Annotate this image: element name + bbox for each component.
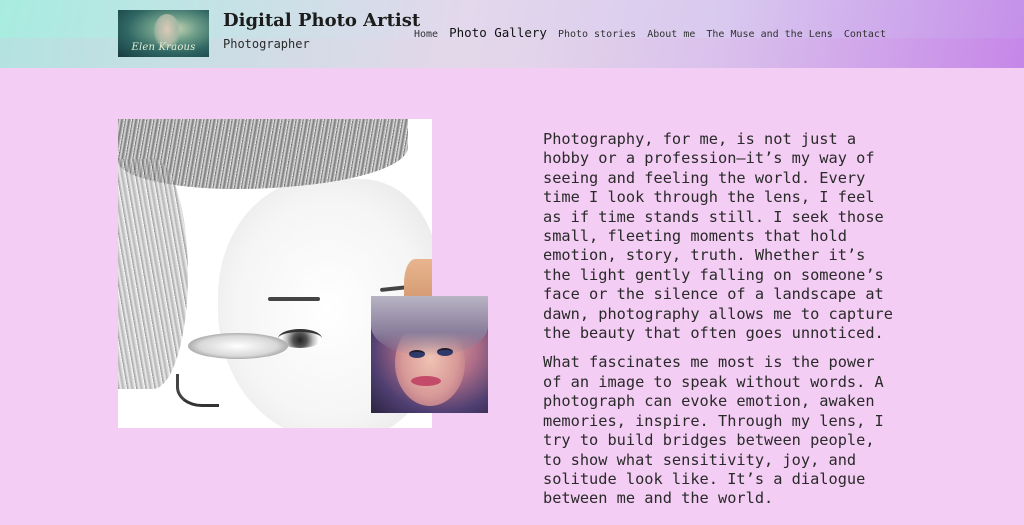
bio-text: Photography, for me, is not just a hobby… <box>543 130 893 519</box>
inset-eye-left <box>409 350 425 358</box>
sketch-hair-side <box>118 159 188 389</box>
bio-paragraph-1: Photography, for me, is not just a hobby… <box>543 130 893 343</box>
site-title[interactable]: Digital Photo Artist <box>223 10 420 31</box>
nav-contact[interactable]: Contact <box>844 29 886 40</box>
inset-hair <box>371 296 488 356</box>
nav-photo-stories[interactable]: Photo stories <box>558 29 636 40</box>
inset-eye-right <box>437 348 453 356</box>
portrait-photo-inset <box>371 296 488 413</box>
nav-home[interactable]: Home <box>414 29 438 40</box>
sketch-nose <box>176 374 219 407</box>
site-tagline: Photographer <box>223 37 310 51</box>
site-logo[interactable]: Elen Kraous <box>118 10 209 57</box>
bio-paragraph-2: What fascinates me most is the power of … <box>543 353 884 508</box>
inset-mouth <box>411 376 441 386</box>
logo-signature: Elen Kraous <box>131 42 196 53</box>
nav-muse-and-lens[interactable]: The Muse and the Lens <box>706 29 832 40</box>
nav-photo-gallery[interactable]: Photo Gallery <box>449 25 547 40</box>
sketch-brow-left <box>268 297 320 301</box>
sketch-lips <box>188 333 288 359</box>
nav-about-me[interactable]: About me <box>647 29 695 40</box>
main-nav: Home Photo Gallery Photo stories About m… <box>414 25 886 40</box>
